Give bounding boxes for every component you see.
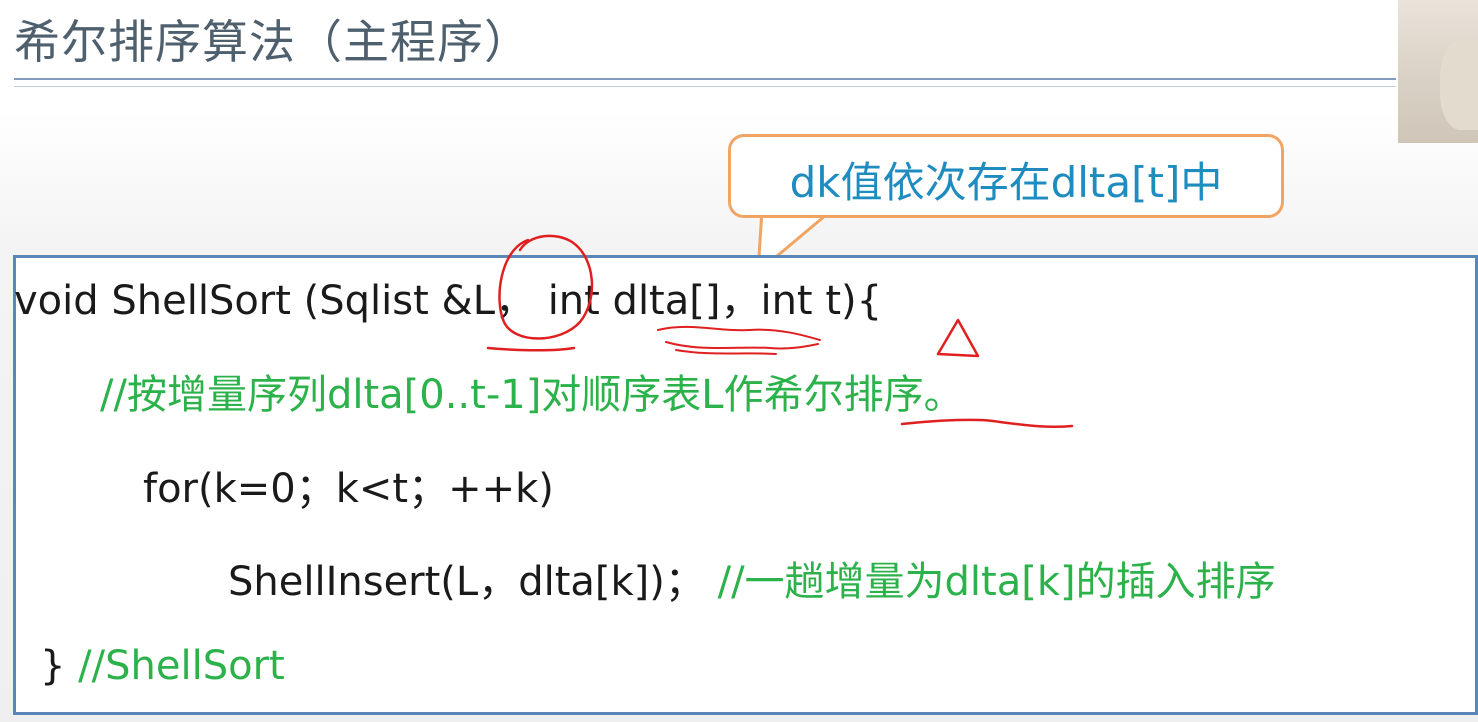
title-divider — [14, 78, 1396, 80]
closing-brace: } — [40, 643, 66, 689]
shellinsert-call: ShellInsert(L，dlta[k])； — [228, 559, 705, 605]
code-line-signature: void ShellSort (Sqlist &L， int dlta[]，in… — [14, 278, 883, 324]
slide-title: 希尔排序算法（主程序） — [14, 15, 531, 69]
callout-text: dk值依次存在dlta[t]中 — [789, 158, 1223, 207]
code-line-shellinsert: ShellInsert(L，dlta[k])； //一趟增量为dlta[k]的插… — [228, 549, 1276, 607]
code-line-comment-main: //按增量序列dlta[0..t-1]对顺序表L作希尔排序。 — [100, 372, 964, 418]
slide: 希尔排序算法（主程序） dk值依次存在dlta[t]中 void ShellSo… — [0, 0, 1478, 722]
shellinsert-comment: //一趟增量为dlta[k]的插入排序 — [717, 559, 1276, 605]
code-line-close: } //ShellSort — [40, 643, 285, 689]
callout-box: dk值依次存在dlta[t]中 — [728, 134, 1284, 218]
title-divider-thin — [14, 86, 1396, 87]
closing-comment: //ShellSort — [78, 643, 285, 689]
presenter-silhouette — [1440, 40, 1478, 130]
code-line-for: for(k=0；k<t；++k) — [143, 466, 554, 512]
